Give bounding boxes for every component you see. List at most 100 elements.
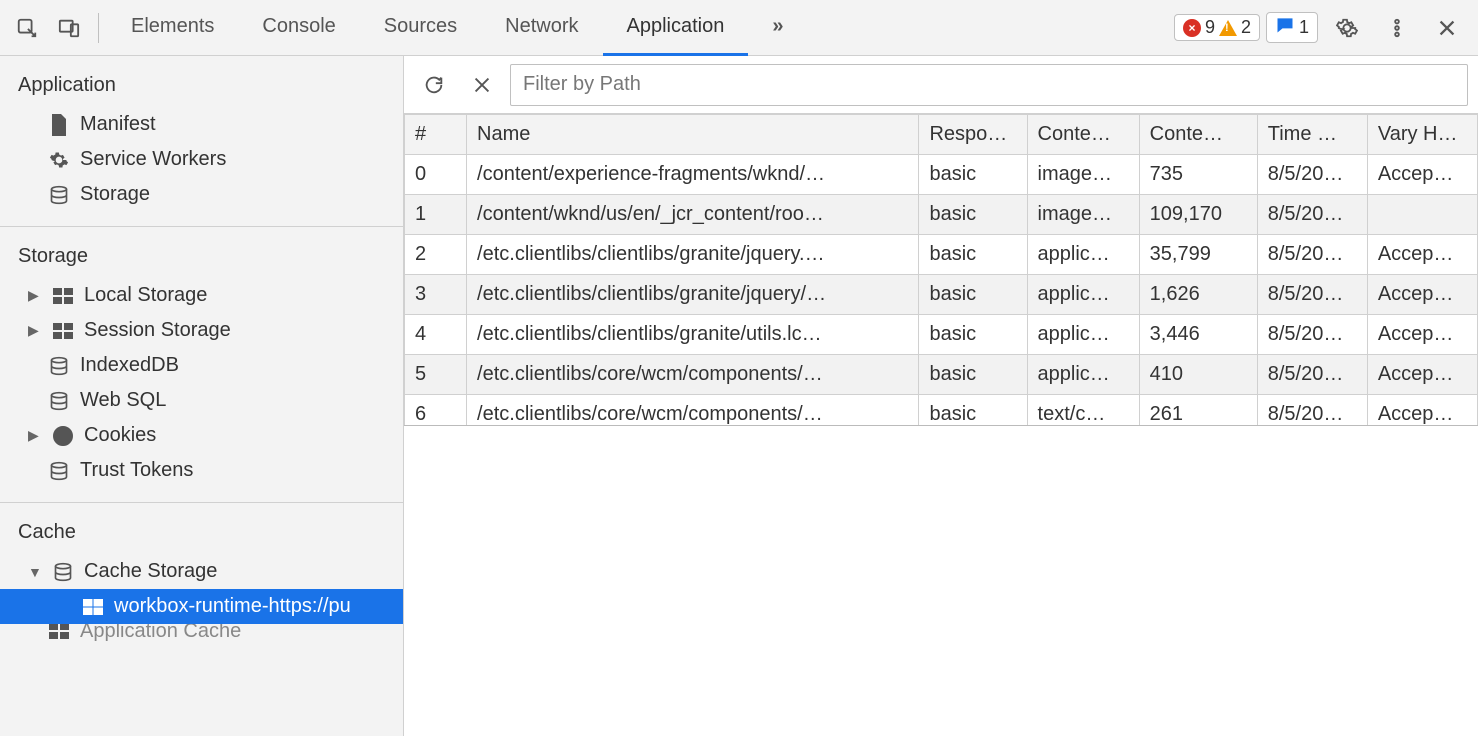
sidebar-item-label: Storage (80, 183, 150, 206)
refresh-icon[interactable] (414, 65, 454, 105)
tab-console[interactable]: Console (238, 0, 359, 56)
tab-sources[interactable]: Sources (360, 0, 481, 56)
cell-index: 4 (405, 315, 467, 355)
more-tabs-icon[interactable]: » (748, 0, 807, 56)
sidebar-item-label: Application Cache (80, 624, 241, 642)
cell-name: /etc.clientlibs/clientlibs/granite/utils… (467, 315, 919, 355)
cell-time: 8/5/20… (1257, 355, 1367, 395)
devtools-topbar: Elements Console Sources Network Applica… (0, 0, 1478, 56)
inspect-element-icon[interactable] (6, 0, 48, 56)
table-icon (52, 288, 74, 304)
issues-badge[interactable]: 1 (1266, 12, 1318, 43)
cell-index: 1 (405, 195, 467, 235)
cell-content-length: 735 (1139, 155, 1257, 195)
table-row[interactable]: 3/etc.clientlibs/clientlibs/granite/jque… (405, 275, 1478, 315)
cookie-icon (52, 426, 74, 446)
close-devtools-icon[interactable] (1422, 0, 1472, 56)
cell-content-length: 1,626 (1139, 275, 1257, 315)
cell-vary: Accep… (1367, 395, 1477, 425)
cell-vary: Accep… (1367, 355, 1477, 395)
tab-elements[interactable]: Elements (107, 0, 238, 56)
table-row[interactable]: 4/etc.clientlibs/clientlibs/granite/util… (405, 315, 1478, 355)
col-name[interactable]: Name (467, 115, 919, 155)
preview-pane (404, 425, 1478, 736)
col-response[interactable]: Respo… (919, 115, 1027, 155)
table-row[interactable]: 5/etc.clientlibs/core/wcm/components/…ba… (405, 355, 1478, 395)
sidebar-item-manifest[interactable]: Manifest (0, 107, 403, 142)
sidebar-item-session-storage[interactable]: ▶ Session Storage (0, 313, 403, 348)
col-content-type[interactable]: Conte… (1027, 115, 1139, 155)
sidebar-item-workbox-cache[interactable]: workbox-runtime-https://pu (0, 589, 403, 624)
tab-network[interactable]: Network (481, 0, 602, 56)
sidebar-item-label: Trust Tokens (80, 459, 193, 482)
divider (98, 13, 99, 43)
cell-index: 0 (405, 155, 467, 195)
cell-content-type: applic… (1027, 315, 1139, 355)
filter-input[interactable] (510, 64, 1468, 106)
database-icon (48, 185, 70, 205)
sidebar-item-indexeddb[interactable]: IndexedDB (0, 348, 403, 383)
cell-index: 6 (405, 395, 467, 425)
settings-icon[interactable] (1322, 0, 1372, 56)
cell-name: /content/experience-fragments/wknd/… (467, 155, 919, 195)
sidebar-section-cache: Cache (0, 517, 403, 554)
sidebar-item-cookies[interactable]: ▶ Cookies (0, 418, 403, 453)
kebab-menu-icon[interactable] (1372, 0, 1422, 56)
cell-index: 2 (405, 235, 467, 275)
sidebar-item-trust-tokens[interactable]: Trust Tokens (0, 453, 403, 488)
database-icon (48, 356, 70, 376)
cell-content-type: applic… (1027, 275, 1139, 315)
expand-icon[interactable]: ▶ (28, 322, 42, 339)
cell-time: 8/5/20… (1257, 395, 1367, 425)
sidebar-item-label: workbox-runtime-https://pu (114, 595, 351, 618)
sidebar-item-storage[interactable]: Storage (0, 177, 403, 212)
sidebar-item-service-workers[interactable]: Service Workers (0, 142, 403, 177)
expand-icon[interactable]: ▶ (28, 287, 42, 304)
cell-content-length: 109,170 (1139, 195, 1257, 235)
cell-time: 8/5/20… (1257, 155, 1367, 195)
col-time[interactable]: Time … (1257, 115, 1367, 155)
table-row[interactable]: 2/etc.clientlibs/clientlibs/granite/jque… (405, 235, 1478, 275)
cell-response: basic (919, 235, 1027, 275)
cell-name: /etc.clientlibs/core/wcm/components/… (467, 395, 919, 425)
errors-warnings-badge[interactable]: × 9 2 (1174, 14, 1260, 41)
tab-application[interactable]: Application (603, 0, 749, 56)
table-row[interactable]: 0/content/experience-fragments/wknd/…bas… (405, 155, 1478, 195)
sidebar-item-local-storage[interactable]: ▶ Local Storage (0, 278, 403, 313)
cell-vary: Accep… (1367, 155, 1477, 195)
cell-response: basic (919, 315, 1027, 355)
col-content-length[interactable]: Conte… (1139, 115, 1257, 155)
sidebar-item-websql[interactable]: Web SQL (0, 383, 403, 418)
cache-content-pane: # Name Respo… Conte… Conte… Time … Vary … (404, 56, 1478, 736)
cell-name: /etc.clientlibs/core/wcm/components/… (467, 355, 919, 395)
cell-vary (1367, 195, 1477, 235)
cache-entries-table: # Name Respo… Conte… Conte… Time … Vary … (404, 114, 1478, 425)
cell-vary: Accep… (1367, 235, 1477, 275)
expand-icon[interactable]: ▶ (28, 427, 42, 444)
table-icon (82, 599, 104, 615)
warning-icon (1219, 20, 1237, 36)
issues-count: 1 (1299, 17, 1309, 38)
table-row[interactable]: 1/content/wknd/us/en/_jcr_content/roo…ba… (405, 195, 1478, 235)
sidebar-item-application-cache[interactable]: Application Cache (0, 624, 403, 642)
cell-time: 8/5/20… (1257, 275, 1367, 315)
cell-content-type: text/c… (1027, 395, 1139, 425)
collapse-icon[interactable]: ▼ (28, 564, 42, 580)
file-icon (48, 114, 70, 136)
col-vary[interactable]: Vary H… (1367, 115, 1477, 155)
cell-name: /etc.clientlibs/clientlibs/granite/jquer… (467, 235, 919, 275)
cell-response: basic (919, 195, 1027, 235)
device-toolbar-icon[interactable] (48, 0, 90, 56)
sidebar-item-cache-storage[interactable]: ▼ Cache Storage (0, 554, 403, 589)
clear-icon[interactable] (462, 65, 502, 105)
cell-index: 3 (405, 275, 467, 315)
cell-response: basic (919, 155, 1027, 195)
cell-content-type: applic… (1027, 235, 1139, 275)
table-row[interactable]: 6/etc.clientlibs/core/wcm/components/…ba… (405, 395, 1478, 425)
cell-response: basic (919, 395, 1027, 425)
sidebar-item-label: Session Storage (84, 319, 231, 342)
status-badges: × 9 2 1 (1174, 12, 1322, 43)
col-index[interactable]: # (405, 115, 467, 155)
errors-count: 9 (1205, 17, 1215, 38)
sidebar-item-label: Web SQL (80, 389, 166, 412)
